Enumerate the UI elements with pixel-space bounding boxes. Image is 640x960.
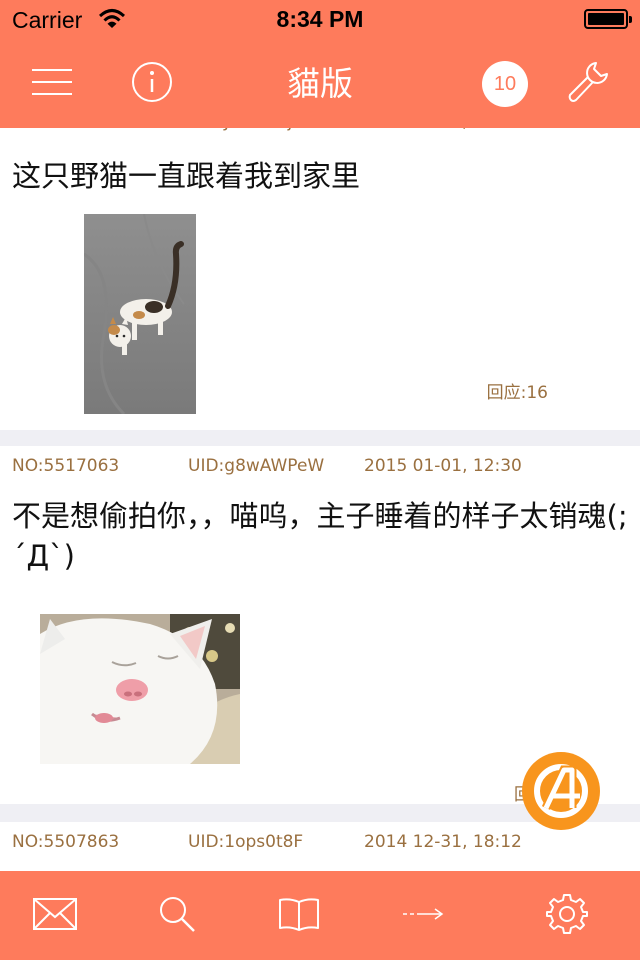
post-card[interactable]: NO:5517063 UID:g8wAWPeW 2015 01-01, 12:3… xyxy=(0,446,640,805)
status-time: 8:34 PM xyxy=(276,6,364,32)
tab-forward[interactable] xyxy=(368,871,478,960)
tab-bookmarks[interactable] xyxy=(244,871,354,960)
tab-messages[interactable] xyxy=(0,871,110,960)
post-number: NO:5512890 xyxy=(12,128,119,146)
post-image[interactable] xyxy=(40,614,240,764)
menu-button[interactable] xyxy=(22,40,82,128)
status-bar: Carrier 8:34 PM xyxy=(0,0,640,40)
compose-fab[interactable] xyxy=(522,752,600,830)
info-icon xyxy=(131,61,173,107)
page-title: 貓版 xyxy=(287,64,353,103)
info-button[interactable] xyxy=(122,40,182,128)
menu-icon xyxy=(31,68,73,100)
reply-count[interactable]: 回应:16 xyxy=(487,378,548,403)
settings-icon xyxy=(546,893,588,939)
post-uid: UID:JcW6CLj xyxy=(188,128,292,146)
book-icon xyxy=(278,897,320,935)
notification-badge[interactable]: 10 xyxy=(482,61,528,107)
arrow-right-icon xyxy=(401,906,445,925)
post-date: 2015 01-01, 12:30 xyxy=(364,456,522,476)
tools-button[interactable] xyxy=(556,40,620,128)
mail-icon xyxy=(33,897,77,934)
post-date: 2014 12-31, 18:12 xyxy=(364,832,522,852)
post-uid: UID:1ops0t8F xyxy=(188,832,304,852)
post-date: 2015 01-01, 01:49 xyxy=(364,128,522,146)
post-number: NO:5517063 xyxy=(12,456,120,476)
nav-bar: 貓版 10 xyxy=(0,40,640,128)
battery-icon xyxy=(584,9,632,29)
tab-settings[interactable] xyxy=(512,871,622,960)
post-image[interactable] xyxy=(84,214,196,414)
post-content: 不是想偷拍你，，喵呜，主子睡着的样子太销魂(;´Д`) xyxy=(12,499,628,573)
post-card[interactable]: NO:5512890 UID:JcW6CLj 2015 01-01, 01:49… xyxy=(0,128,640,430)
post-content: 这只野猫一直跟着我到家里 xyxy=(12,159,361,193)
tab-search[interactable] xyxy=(122,871,232,960)
tab-bar xyxy=(0,871,640,960)
logo-icon xyxy=(522,755,600,834)
search-icon xyxy=(158,895,196,937)
post-number: NO:5507863 xyxy=(12,832,120,852)
wrench-icon xyxy=(566,60,610,108)
post-uid: UID:g8wAWPeW xyxy=(188,456,325,476)
